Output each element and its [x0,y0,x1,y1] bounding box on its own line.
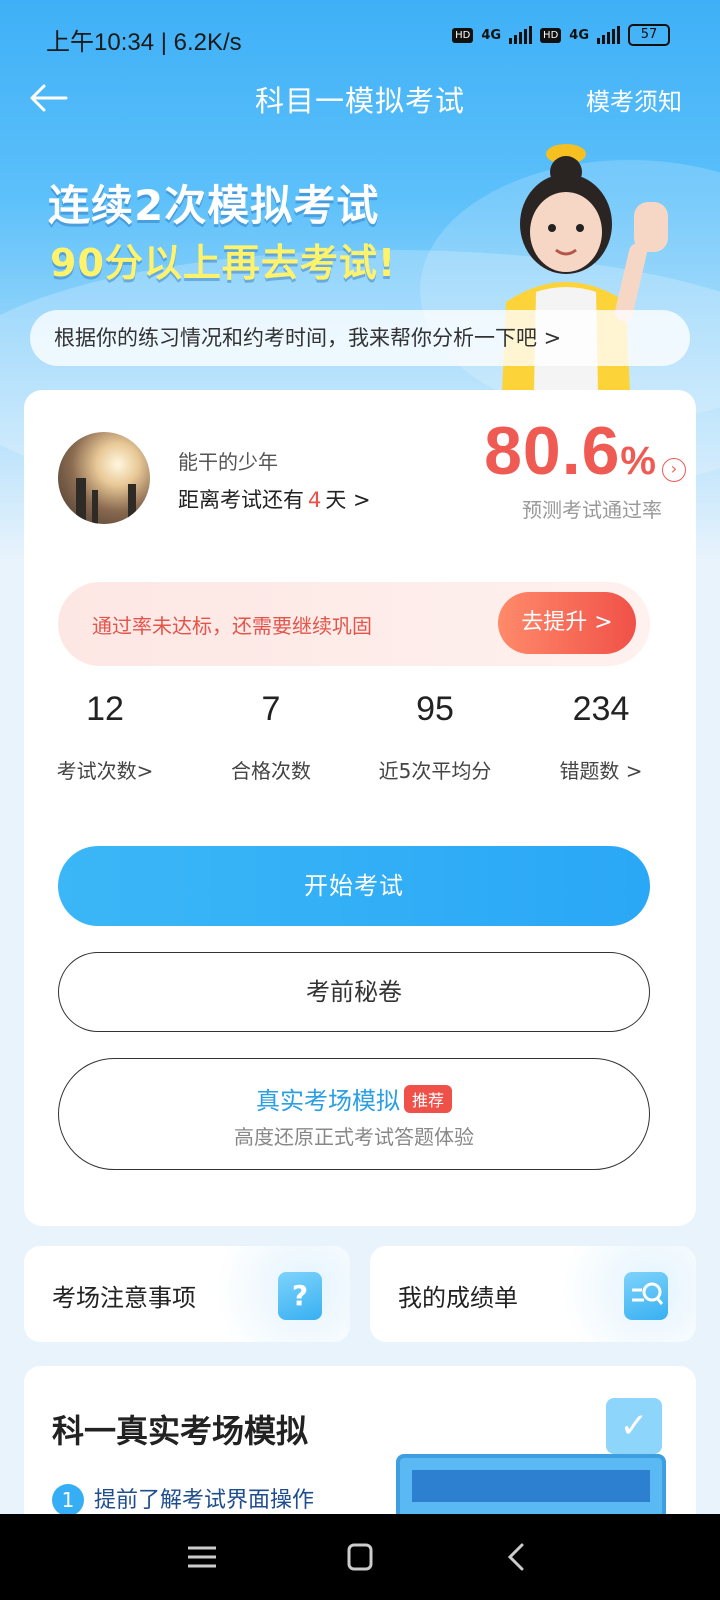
step-text: 提前了解考试界面操作 [94,1488,315,1513]
score-report-label: 我的成绩单 [398,1284,518,1312]
countdown-prefix: 距离考试还有 [178,488,304,512]
question-icon: ? [278,1272,322,1320]
system-navigation-bar [0,1514,720,1600]
magnifier-icon [632,1282,664,1305]
score-report-card[interactable]: 我的成绩单 [370,1246,696,1342]
chevron-right-icon[interactable]: › [662,458,686,482]
step-number: 1 [52,1484,84,1516]
section-title: 科一真实考场模拟 [52,1412,309,1450]
network-label: 4G [481,27,502,43]
stat-value: 7 [261,690,281,728]
stats-row: 12 考试次数> 7 合格次数 95 近5次平均分 234 错题数 > [24,690,696,810]
avatar[interactable] [58,432,150,524]
stat-label: 近5次平均分 [378,759,492,783]
sim-title: 真实考场模拟 推荐 [59,1081,649,1116]
signal-icon [509,26,533,44]
hd-icon: HD [540,27,562,43]
exam-summary-card: 能干的少年 距离考试还有 4 天 > 80.6% › 预测考试通过率 通过率未达标，… [24,390,696,1226]
recommend-badge: 推荐 [403,1085,452,1113]
secret-paper-button[interactable]: 考前秘卷 [58,952,650,1032]
pass-rate-value: 80.6 [484,413,621,489]
menu-icon[interactable] [182,1540,222,1574]
stat-value: 234 [572,690,630,728]
start-exam-button[interactable]: 开始考试 [58,846,650,926]
exam-rules-link[interactable]: 模考须知 [586,82,682,117]
home-icon[interactable] [340,1540,380,1574]
exam-notice-card[interactable]: 考场注意事项 ? [24,1246,350,1342]
check-icon: ✓ [606,1398,662,1454]
warning-text: 通过率未达标，还需要继续巩固 [92,614,372,638]
back-icon[interactable] [498,1540,538,1574]
step-item: 1 提前了解考试界面操作 [52,1482,314,1516]
pass-rate-unit: % [620,439,656,483]
stat-label: 错题数 > [559,759,643,783]
exam-notice-label: 考场注意事项 [52,1284,196,1312]
banner-headline: 连续2次模拟考试 [48,181,380,230]
status-icons: HD 4G HD 4G 57 [452,24,670,46]
exam-countdown[interactable]: 距离考试还有 4 天 > [178,484,371,514]
stat-exam-count[interactable]: 12 考试次数> [20,690,190,784]
improve-button[interactable]: 去提升 > [498,592,636,654]
pass-rate-label: 预测考试通过率 [522,498,662,522]
banner-subheadline: 90分以上再去考试! [50,241,397,285]
analysis-tip[interactable]: 根据你的练习情况和约考时间，我来帮你分析一下吧 > [30,310,690,366]
battery-icon: 57 [628,24,670,46]
status-time: 上午10:34 | 6.2K/s [46,29,242,56]
network-label: 4G [569,27,589,43]
sim-subtitle: 高度还原正式考试答题体验 [234,1125,474,1149]
stat-wrong-count[interactable]: 234 错题数 > [516,690,686,784]
status-bar: 上午10:34 | 6.2K/s HD 4G HD 4G 57 [0,0,720,78]
pass-rate-warning: 通过率未达标，还需要继续巩固 去提升 > [58,582,650,666]
stat-value: 12 [86,690,124,728]
stat-label: 考试次数> [56,759,154,783]
countdown-days: 4 [308,488,322,512]
stat-label: 合格次数 [231,759,311,783]
sim-title-text: 真实考场模拟 [255,1087,400,1115]
top-nav: 科目一模拟考试 模考须知 [0,78,720,122]
real-exam-simulation-button[interactable]: 真实考场模拟 推荐 高度还原正式考试答题体验 [58,1058,650,1170]
pass-rate[interactable]: 80.6% [484,412,656,490]
countdown-suffix: 天 > [325,488,371,512]
search-report-icon [624,1272,668,1320]
signal-icon [597,26,620,44]
user-name: 能干的少年 [178,450,278,474]
stat-average-score: 95 近5次平均分 [350,690,520,784]
stat-pass-count: 7 合格次数 [186,690,356,784]
hd-icon: HD [452,27,474,43]
stat-value: 95 [416,690,454,728]
